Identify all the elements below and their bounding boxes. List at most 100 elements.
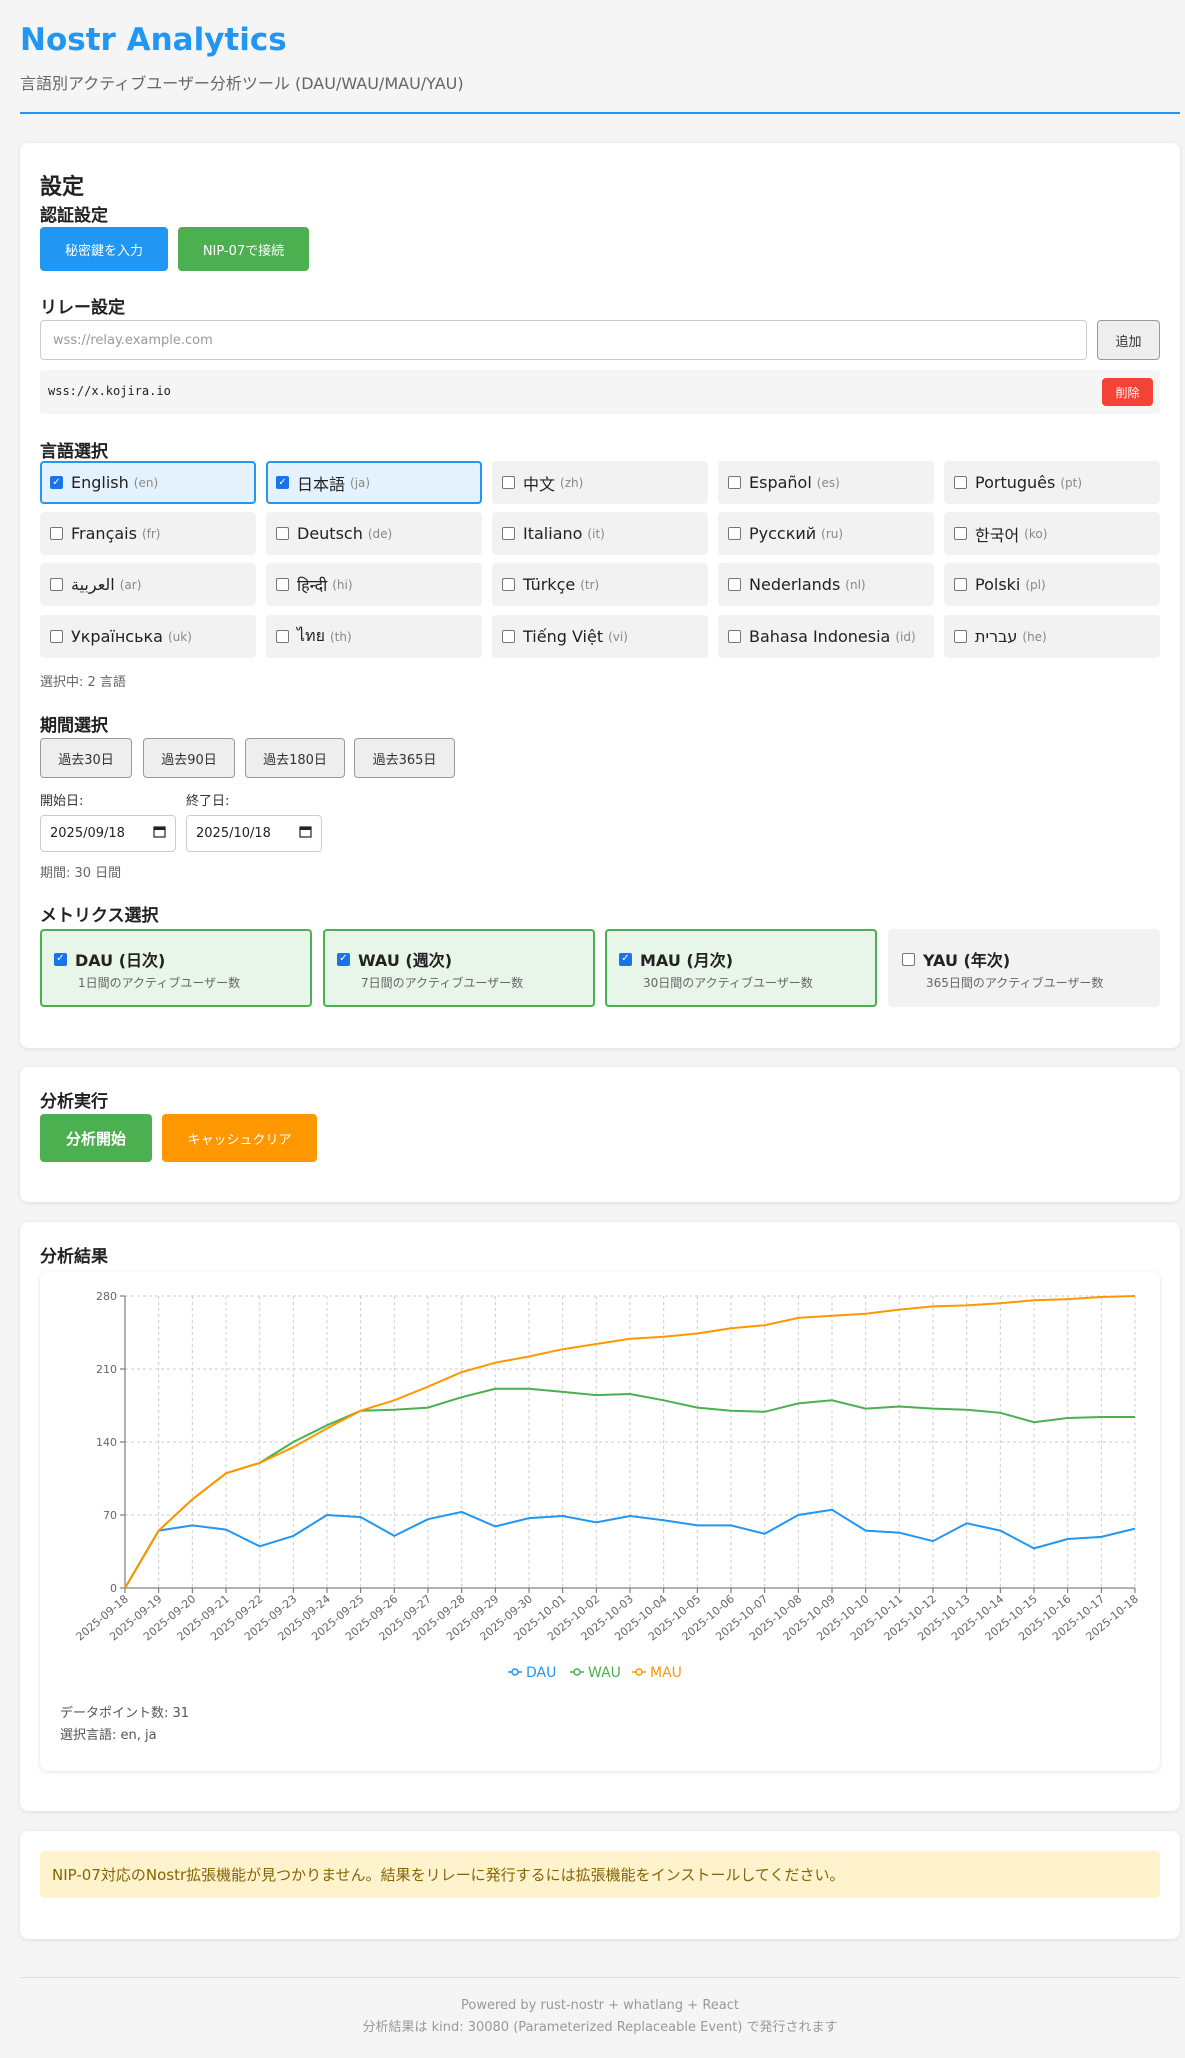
end-date-label: 終了日:: [186, 794, 230, 809]
language-checkbox[interactable]: [276, 578, 289, 591]
language-option[interactable]: Português (pt): [944, 461, 1160, 504]
language-code: (en): [133, 475, 159, 490]
calendar-icon[interactable]: [299, 825, 312, 842]
language-option[interactable]: हिन्दी (hi): [266, 563, 482, 606]
footer-powered-by: Powered by rust-nostr + whatlang + React: [460, 1998, 739, 2013]
period-duration-text: 期間: 30 日間: [40, 866, 122, 881]
language-checkbox[interactable]: [50, 630, 63, 643]
language-option[interactable]: ไทย (th): [266, 615, 482, 658]
relay-url-input[interactable]: [40, 320, 1087, 360]
calendar-icon[interactable]: [153, 825, 166, 842]
language-option[interactable]: Українська (uk): [40, 615, 256, 658]
metric-option[interactable]: YAU (年次) 365日間のアクティブユーザー数: [888, 929, 1160, 1007]
preset-90-days-button[interactable]: 過去90日: [143, 738, 235, 778]
language-checkbox[interactable]: [276, 630, 289, 643]
app-title: Nostr Analytics: [20, 22, 287, 58]
end-date-input[interactable]: 2025/10/18: [186, 815, 322, 852]
period-section-title: 期間選択: [40, 716, 108, 736]
language-code: (fr): [141, 526, 161, 541]
language-checkbox[interactable]: [276, 476, 289, 489]
language-checkbox[interactable]: [954, 527, 967, 540]
language-checkbox[interactable]: [502, 630, 515, 643]
language-option[interactable]: Polski (pl): [944, 563, 1160, 606]
nip07-warning-message: NIP-07対応のNostr拡張機能が見つかりません。結果をリレーに発行するには…: [40, 1851, 1160, 1898]
metric-checkbox[interactable]: [337, 952, 350, 966]
language-code: (vi): [608, 629, 628, 644]
language-code: (th): [329, 629, 352, 644]
language-option[interactable]: Deutsch (de): [266, 512, 482, 555]
metric-description: 1日間のアクティブユーザー数: [78, 976, 241, 990]
language-checkbox[interactable]: [728, 578, 741, 591]
language-section-title: 言語選択: [40, 442, 108, 462]
metric-option[interactable]: DAU (日次) 1日間のアクティブユーザー数: [40, 929, 312, 1007]
language-code: (it): [587, 526, 605, 541]
language-option[interactable]: 한국어 (ko): [944, 512, 1160, 555]
start-date-input[interactable]: 2025/09/18: [40, 815, 176, 852]
language-option[interactable]: Bahasa Indonesia (id): [718, 615, 934, 658]
active-users-line-chart: 0701402102802025-09-182025-09-192025-09-…: [74, 1290, 1141, 1681]
language-checkbox[interactable]: [728, 476, 741, 489]
language-checkbox[interactable]: [502, 578, 515, 591]
language-option[interactable]: עברית (he): [944, 615, 1160, 658]
legend-marker-mau: [635, 1668, 643, 1676]
start-analysis-button[interactable]: 分析開始: [40, 1114, 152, 1162]
selected-languages-text: 選択言語: en, ja: [60, 1728, 157, 1743]
y-tick-label: 210: [96, 1363, 117, 1376]
language-checkbox[interactable]: [954, 476, 967, 489]
metric-option[interactable]: MAU (月次) 30日間のアクティブユーザー数: [605, 929, 877, 1007]
language-checkbox[interactable]: [50, 476, 63, 489]
relay-add-button[interactable]: 追加: [1097, 320, 1160, 360]
settings-card: 設定 認証設定 秘密鍵を入力 NIP-07で接続 リレー設定 追加 wss://…: [20, 143, 1180, 1048]
language-option[interactable]: Nederlands (nl): [718, 563, 934, 606]
metric-checkbox[interactable]: [619, 952, 632, 966]
language-option[interactable]: Русский (ru): [718, 512, 934, 555]
nip07-connect-button[interactable]: NIP-07で接続: [178, 227, 309, 271]
language-code: (ar): [119, 577, 142, 592]
metric-checkbox[interactable]: [54, 952, 67, 966]
language-checkbox[interactable]: [276, 527, 289, 540]
language-code: (de): [367, 526, 393, 541]
language-code: (ko): [1024, 526, 1048, 541]
language-checkbox[interactable]: [50, 578, 63, 591]
language-code: (es): [816, 475, 840, 490]
metric-description: 7日間のアクティブユーザー数: [361, 976, 524, 990]
language-code: (id): [895, 629, 916, 644]
notice-card: NIP-07対応のNostr拡張機能が見つかりません。結果をリレーに発行するには…: [20, 1831, 1180, 1939]
metric-title: MAU (月次): [640, 951, 734, 970]
metric-title: WAU (週次): [358, 951, 453, 970]
language-code: (zh): [560, 475, 584, 490]
language-checkbox[interactable]: [954, 578, 967, 591]
language-checkbox[interactable]: [728, 527, 741, 540]
language-checkbox[interactable]: [50, 527, 63, 540]
language-option[interactable]: 中文 (zh): [492, 461, 708, 504]
language-checkbox[interactable]: [502, 476, 515, 489]
language-code: (nl): [845, 577, 866, 592]
language-option[interactable]: 日本語 (ja): [266, 461, 482, 504]
language-option[interactable]: Français (fr): [40, 512, 256, 555]
language-code: (pl): [1025, 577, 1046, 592]
results-card: 分析結果 0 70 140 210 280 2025-09-18 2025-09-19 202…: [20, 1222, 1180, 1811]
relay-section-title: リレー設定: [40, 298, 125, 318]
preset-30-days-button[interactable]: 過去30日: [40, 738, 132, 778]
metric-option[interactable]: WAU (週次) 7日間のアクティブユーザー数: [323, 929, 595, 1007]
metric-checkbox[interactable]: [902, 952, 915, 966]
language-checkbox[interactable]: [502, 527, 515, 540]
run-section-title: 分析実行: [40, 1092, 108, 1112]
language-option[interactable]: Italiano (it): [492, 512, 708, 555]
secret-key-button[interactable]: 秘密鍵を入力: [40, 227, 168, 271]
language-option[interactable]: English (en): [40, 461, 256, 504]
preset-180-days-button[interactable]: 過去180日: [245, 738, 345, 778]
language-checkbox[interactable]: [954, 630, 967, 643]
legend-label-dau: DAU: [526, 1665, 556, 1681]
language-option[interactable]: Tiếng Việt (vi): [492, 615, 708, 658]
language-checkbox[interactable]: [728, 630, 741, 643]
settings-title: 設定: [40, 175, 85, 200]
language-option[interactable]: Español (es): [718, 461, 934, 504]
relay-delete-button[interactable]: 削除: [1102, 378, 1153, 406]
language-option[interactable]: Türkçe (tr): [492, 563, 708, 606]
language-option[interactable]: العربية (ar): [40, 563, 256, 606]
y-tick-label: 140: [96, 1436, 117, 1449]
app-subtitle: 言語別アクティブユーザー分析ツール (DAU/WAU/MAU/YAU): [20, 74, 464, 93]
preset-365-days-button[interactable]: 過去365日: [354, 738, 455, 778]
clear-cache-button[interactable]: キャッシュクリア: [162, 1114, 317, 1162]
